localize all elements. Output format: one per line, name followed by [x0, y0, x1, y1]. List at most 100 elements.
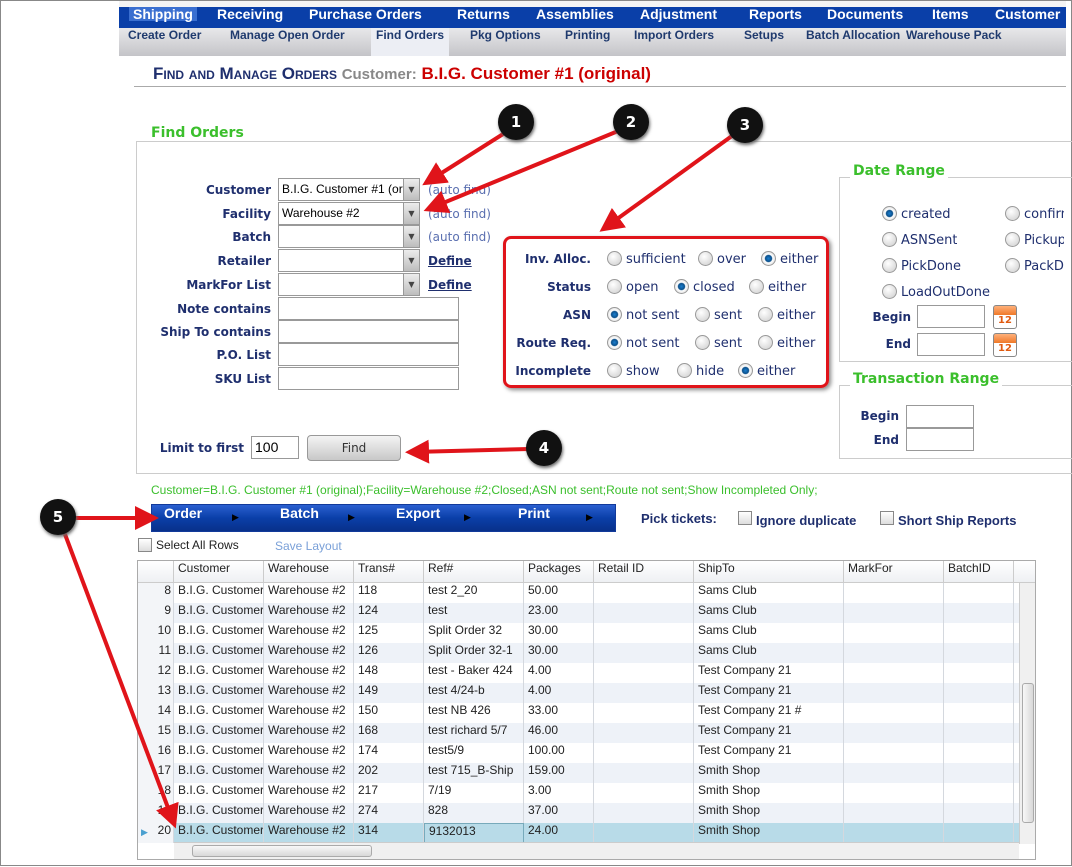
chevron-down-icon[interactable]: ▼	[403, 178, 420, 201]
menu-print[interactable]: Print	[518, 505, 550, 521]
short-ship-checkbox[interactable]	[880, 511, 894, 525]
date-type-radio[interactable]	[1005, 258, 1020, 273]
top-nav-item[interactable]: Items	[932, 7, 969, 21]
horizontal-scrollbar[interactable]	[174, 842, 1019, 859]
sub-nav-item[interactable]: Warehouse Pack	[901, 28, 1007, 56]
column-header[interactable]: Customer	[174, 561, 264, 583]
filter-radio[interactable]	[677, 363, 692, 378]
top-nav-item[interactable]: Documents	[827, 7, 903, 21]
table-row[interactable]: 15 B.I.G. Customer Warehouse #2 168 test ric…	[138, 723, 1019, 743]
date-type-radio[interactable]	[882, 258, 897, 273]
sub-nav-item[interactable]: Create Order	[123, 28, 206, 56]
sub-nav-item[interactable]: Manage Open Order	[225, 28, 350, 56]
filter-radio[interactable]	[738, 363, 753, 378]
trans-end-input[interactable]	[906, 428, 974, 451]
markfor-input[interactable]	[278, 273, 404, 296]
filter-radio[interactable]	[674, 279, 689, 294]
column-header[interactable]: Retail ID	[594, 561, 694, 583]
table-row[interactable]: 12 B.I.G. Customer Warehouse #2 148 test - B…	[138, 663, 1019, 683]
table-row[interactable]: 13 B.I.G. Customer Warehouse #2 149 test 4/2…	[138, 683, 1019, 703]
filter-radio[interactable]	[749, 279, 764, 294]
filter-radio[interactable]	[607, 307, 622, 322]
sub-nav-item[interactable]: Pkg Options	[465, 28, 546, 56]
chevron-down-icon[interactable]: ▼	[403, 202, 420, 225]
date-type-radio[interactable]	[1005, 232, 1020, 247]
sub-nav-item[interactable]: Printing	[560, 28, 615, 56]
filter-radio[interactable]	[698, 251, 713, 266]
calendar-icon[interactable]: 12	[993, 305, 1017, 329]
save-layout-link[interactable]: Save Layout	[275, 539, 342, 553]
filter-radio[interactable]	[761, 251, 776, 266]
table-row[interactable]: 19 B.I.G. Customer Warehouse #2 274 828 37.00…	[138, 803, 1019, 823]
table-row[interactable]: 9 B.I.G. Customer Warehouse #2 124 test 23.00…	[138, 603, 1019, 623]
table-row[interactable]: 8 B.I.G. Customer Warehouse #2 118 test 2_20…	[138, 583, 1019, 603]
select-all-checkbox[interactable]	[138, 538, 152, 552]
scroll-thumb[interactable]	[192, 845, 372, 857]
sku-input[interactable]	[278, 367, 459, 390]
column-header[interactable]: Warehouse	[264, 561, 354, 583]
table-row[interactable]: 14 B.I.G. Customer Warehouse #2 150 test NB …	[138, 703, 1019, 723]
ignore-duplicate-checkbox[interactable]	[738, 511, 752, 525]
scroll-thumb[interactable]	[1022, 683, 1034, 823]
filter-radio[interactable]	[607, 251, 622, 266]
top-nav-item[interactable]: Customer	[995, 7, 1060, 21]
top-nav-item[interactable]: Assemblies	[536, 7, 614, 21]
filter-radio[interactable]	[607, 279, 622, 294]
date-type-radio[interactable]	[882, 284, 897, 299]
chevron-down-icon[interactable]: ▼	[403, 273, 420, 296]
trans-begin-input[interactable]	[906, 405, 974, 428]
retailer-input[interactable]	[278, 249, 404, 272]
ignore-duplicate-label: Ignore duplicate	[756, 513, 857, 528]
facility-input[interactable]: Warehouse #2	[278, 202, 404, 225]
date-end-input[interactable]	[917, 333, 985, 356]
find-button[interactable]: Find	[307, 435, 401, 461]
retailer-define-link[interactable]: Define	[428, 254, 472, 268]
date-type-radio[interactable]	[882, 206, 897, 221]
column-header[interactable]: MarkFor	[844, 561, 944, 583]
filter-radio[interactable]	[695, 307, 710, 322]
table-row[interactable]: 20 B.I.G. Customer Warehouse #2 314 9132013 2…	[138, 823, 1019, 843]
batch-input[interactable]	[278, 225, 404, 248]
column-header[interactable]: Trans#	[354, 561, 424, 583]
filter-radio[interactable]	[607, 363, 622, 378]
filter-radio[interactable]	[758, 307, 773, 322]
column-header[interactable]: ShipTo	[694, 561, 844, 583]
top-nav-item[interactable]: Returns	[457, 7, 510, 21]
column-header[interactable]: BatchID	[944, 561, 1014, 583]
markfor-define-link[interactable]: Define	[428, 278, 472, 292]
top-nav-item[interactable]: Receiving	[217, 7, 283, 21]
top-nav-item[interactable]: Purchase Orders	[309, 7, 422, 21]
po-input[interactable]	[278, 343, 459, 366]
top-nav-item[interactable]: Reports	[749, 7, 802, 21]
filter-radio[interactable]	[758, 335, 773, 350]
table-row[interactable]: 11 B.I.G. Customer Warehouse #2 126 Split Or…	[138, 643, 1019, 663]
calendar-icon[interactable]: 12	[993, 333, 1017, 357]
table-row[interactable]: 17 B.I.G. Customer Warehouse #2 202 test 715…	[138, 763, 1019, 783]
table-row[interactable]: 10 B.I.G. Customer Warehouse #2 125 Split Or…	[138, 623, 1019, 643]
customer-input[interactable]: B.I.G. Customer #1 (original)	[278, 178, 404, 201]
vertical-scrollbar[interactable]	[1019, 583, 1035, 844]
sub-nav-item[interactable]: Batch Allocation	[801, 28, 905, 56]
date-type-radio[interactable]	[1005, 206, 1020, 221]
table-row[interactable]: 16 B.I.G. Customer Warehouse #2 174 test5/9 1…	[138, 743, 1019, 763]
filter-radio[interactable]	[695, 335, 710, 350]
menu-order[interactable]: Order	[164, 505, 202, 521]
top-nav-item[interactable]: Shipping	[129, 7, 197, 21]
date-type-radio[interactable]	[882, 232, 897, 247]
chevron-down-icon[interactable]: ▼	[403, 249, 420, 272]
shipto-input[interactable]	[278, 320, 459, 343]
note-input[interactable]	[278, 297, 459, 320]
chevron-down-icon[interactable]: ▼	[403, 225, 420, 248]
top-nav-item[interactable]: Adjustment	[640, 7, 717, 21]
date-begin-input[interactable]	[917, 305, 985, 328]
sub-nav-item[interactable]: Setups	[739, 28, 789, 56]
sub-nav-item[interactable]: Import Orders	[629, 28, 719, 56]
menu-batch[interactable]: Batch	[280, 505, 319, 521]
column-header[interactable]: Ref#	[424, 561, 524, 583]
sub-nav-item[interactable]: Find Orders	[371, 28, 450, 56]
filter-radio[interactable]	[607, 335, 622, 350]
menu-export[interactable]: Export	[396, 505, 440, 521]
column-header[interactable]: Packages	[524, 561, 594, 583]
limit-input[interactable]: 100	[251, 436, 299, 459]
table-row[interactable]: 18 B.I.G. Customer Warehouse #2 217 7/19 3.00…	[138, 783, 1019, 803]
